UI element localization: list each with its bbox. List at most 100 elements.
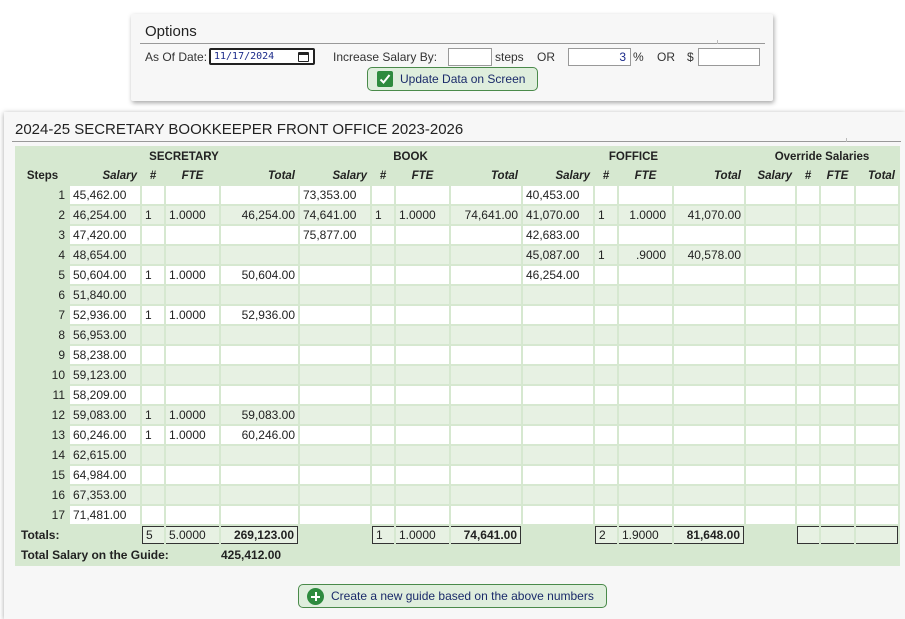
override-fte-cell[interactable] <box>821 406 854 424</box>
override-total-cell[interactable] <box>856 486 898 504</box>
override-count-cell[interactable] <box>797 286 819 304</box>
as-of-date-input[interactable]: 11/17/2024 <box>209 48 315 65</box>
override-total-cell[interactable] <box>856 446 898 464</box>
override-count-cell[interactable] <box>797 406 819 424</box>
step-number: 13 <box>51 428 65 442</box>
off-salary-cell <box>523 306 593 324</box>
override-total-cell[interactable] <box>856 346 898 364</box>
override-fte-cell[interactable] <box>821 286 854 304</box>
override-total-cell[interactable] <box>856 286 898 304</box>
override-count-cell[interactable] <box>797 386 819 404</box>
sec-count-cell: 1 <box>142 406 164 424</box>
override-salary-cell[interactable] <box>746 386 795 404</box>
override-salary-cell[interactable] <box>746 466 795 484</box>
override-salary-cell[interactable] <box>746 426 795 444</box>
book-salary-cell <box>300 506 370 524</box>
sec-count-cell <box>142 286 164 304</box>
off-total-cell <box>674 506 744 524</box>
override-count-cell[interactable] <box>797 486 819 504</box>
calendar-icon[interactable] <box>298 52 309 62</box>
sec-salary-cell: 51,840.00 <box>70 286 140 304</box>
override-fte-cell[interactable] <box>821 326 854 344</box>
off-fte-cell <box>619 226 672 244</box>
override-fte-cell[interactable] <box>821 346 854 364</box>
override-total-cell[interactable] <box>856 246 898 264</box>
override-total-cell[interactable] <box>856 426 898 444</box>
override-fte-cell[interactable] <box>821 466 854 484</box>
override-fte-cell[interactable] <box>821 426 854 444</box>
override-salary-cell[interactable] <box>746 226 795 244</box>
override-count-cell[interactable] <box>797 266 819 284</box>
override-fte-cell[interactable] <box>821 226 854 244</box>
override-total-cell[interactable] <box>856 186 898 204</box>
override-count-cell[interactable] <box>797 326 819 344</box>
override-total-cell[interactable] <box>856 226 898 244</box>
override-salary-cell[interactable] <box>746 346 795 364</box>
override-count-cell[interactable] <box>797 246 819 264</box>
override-salary-cell[interactable] <box>746 286 795 304</box>
override-total-cell[interactable] <box>856 326 898 344</box>
override-total-cell[interactable] <box>856 386 898 404</box>
override-salary-cell[interactable] <box>746 446 795 464</box>
override-count-cell[interactable] <box>797 226 819 244</box>
override-salary-cell[interactable] <box>746 246 795 264</box>
override-salary-cell[interactable] <box>746 206 795 224</box>
percent-input[interactable]: 3 <box>568 48 631 66</box>
table-row: 3 47,420.00 75,877.00 42,683.00 <box>17 226 898 244</box>
override-salary-cell[interactable] <box>746 486 795 504</box>
override-salary-cell[interactable] <box>746 366 795 384</box>
sec-salary-cell: 58,238.00 <box>70 346 140 364</box>
override-count-cell[interactable] <box>797 366 819 384</box>
override-salary-cell[interactable] <box>746 326 795 344</box>
override-count-cell[interactable] <box>797 346 819 364</box>
override-total-cell[interactable] <box>856 506 898 524</box>
override-salary-cell[interactable] <box>746 186 795 204</box>
group-header-override: Override Salaries <box>774 150 870 163</box>
override-salary-cell[interactable] <box>746 266 795 284</box>
steps-input[interactable] <box>448 48 492 66</box>
override-fte-cell[interactable] <box>821 246 854 264</box>
sec-total-cell <box>221 246 298 264</box>
override-total-cell[interactable] <box>856 206 898 224</box>
override-total-cell[interactable] <box>856 266 898 284</box>
override-fte-cell[interactable] <box>821 506 854 524</box>
override-total-cell[interactable] <box>856 306 898 324</box>
off-fte-cell <box>619 306 672 324</box>
override-count-cell[interactable] <box>797 186 819 204</box>
override-fte-cell[interactable] <box>821 446 854 464</box>
override-count-cell[interactable] <box>797 426 819 444</box>
off-fte-cell <box>619 426 672 444</box>
override-total-cell[interactable] <box>856 406 898 424</box>
override-fte-cell[interactable] <box>821 486 854 504</box>
create-guide-button[interactable]: Create a new guide based on the above nu… <box>298 584 607 608</box>
sec-salary-cell: 67,353.00 <box>70 486 140 504</box>
override-total-cell[interactable] <box>856 466 898 484</box>
override-count-cell[interactable] <box>797 506 819 524</box>
update-data-button[interactable]: Update Data on Screen <box>367 67 538 91</box>
col-header-sec-fte: FTE <box>181 169 204 182</box>
sec-total-salary: 269,123.00 <box>221 526 298 544</box>
sec-total-cell <box>221 346 298 364</box>
override-fte-cell[interactable] <box>821 206 854 224</box>
dollar-input[interactable] <box>698 48 760 66</box>
override-fte-cell[interactable] <box>821 386 854 404</box>
override-salary-cell[interactable] <box>746 406 795 424</box>
sec-total-cell: 52,936.00 <box>221 306 298 324</box>
off-count-cell <box>595 506 617 524</box>
sec-count-cell <box>142 246 164 264</box>
override-count-cell[interactable] <box>797 446 819 464</box>
override-count-cell[interactable] <box>797 466 819 484</box>
book-total-cell <box>451 446 521 464</box>
override-total-count <box>797 526 819 544</box>
override-total-cell[interactable] <box>856 366 898 384</box>
override-count-cell[interactable] <box>797 306 819 324</box>
book-salary-cell <box>300 426 370 444</box>
override-count-cell[interactable] <box>797 206 819 224</box>
override-fte-cell[interactable] <box>821 366 854 384</box>
override-fte-cell[interactable] <box>821 266 854 284</box>
override-salary-cell[interactable] <box>746 306 795 324</box>
override-salary-cell[interactable] <box>746 506 795 524</box>
override-fte-cell[interactable] <box>821 306 854 324</box>
book-salary-cell <box>300 266 370 284</box>
override-fte-cell[interactable] <box>821 186 854 204</box>
